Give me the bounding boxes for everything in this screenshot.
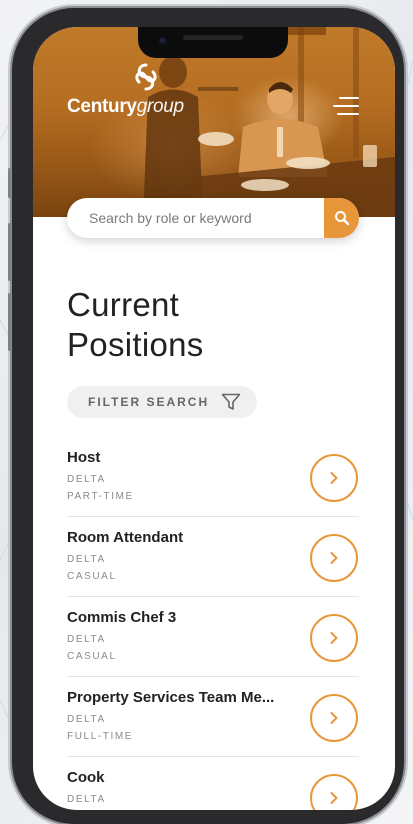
job-location: DELTA (67, 794, 106, 805)
camera-icon (158, 36, 167, 45)
phone-side-button (8, 168, 11, 198)
job-title[interactable]: Cook (67, 769, 299, 786)
job-title[interactable]: Host (67, 449, 299, 466)
search-input[interactable] (67, 198, 323, 238)
logo-bold-text: Century (67, 96, 137, 117)
job-type: FULL-TIME (67, 731, 134, 742)
logo-light-text: group (136, 96, 184, 117)
job-list-item[interactable]: Cook DELTA (67, 757, 359, 810)
chevron-right-icon (330, 712, 338, 724)
job-list-item[interactable]: Host DELTA PART-TIME (67, 437, 359, 517)
logo-wordmark: Centurygroup (67, 96, 207, 118)
filter-search-button[interactable]: FILTER SEARCH (67, 386, 257, 418)
view-job-button[interactable] (310, 454, 358, 502)
logo-swirl-icon (135, 63, 157, 91)
phone-volume-up (8, 223, 11, 281)
job-type: CASUAL (67, 651, 117, 662)
chevron-right-icon (330, 552, 338, 564)
phone-notch (138, 27, 288, 58)
job-list-item[interactable]: Commis Chef 3 DELTA CASUAL (67, 597, 359, 677)
job-location: DELTA (67, 714, 106, 725)
search-bar (67, 198, 359, 238)
job-title[interactable]: Room Attendant (67, 529, 299, 546)
speaker-grille (183, 35, 243, 40)
filter-search-label: FILTER SEARCH (88, 395, 210, 409)
view-job-button[interactable] (310, 694, 358, 742)
job-list-item[interactable]: Room Attendant DELTA CASUAL (67, 517, 359, 597)
chevron-right-icon (330, 472, 338, 484)
job-title[interactable]: Commis Chef 3 (67, 609, 299, 626)
search-button[interactable] (324, 198, 359, 238)
job-title[interactable]: Property Services Team Me... (67, 689, 299, 706)
job-list: Host DELTA PART-TIME Room Attendant DELT… (67, 437, 359, 810)
job-list-item[interactable]: Property Services Team Me... DELTA FULL-… (67, 677, 359, 757)
job-location: DELTA (67, 554, 106, 565)
chevron-right-icon (330, 792, 338, 804)
search-icon (334, 211, 349, 226)
page-title: Current Positions (67, 285, 367, 365)
view-job-button[interactable] (310, 534, 358, 582)
view-job-button[interactable] (310, 774, 358, 810)
view-job-button[interactable] (310, 614, 358, 662)
hamburger-menu-icon[interactable] (333, 97, 359, 117)
page-title-line2: Positions (67, 326, 204, 363)
job-type: CASUAL (67, 571, 117, 582)
chevron-right-icon (330, 632, 338, 644)
filter-funnel-icon (221, 393, 241, 410)
phone-screen: Centurygroup Current Positions FILTER SE… (33, 27, 395, 810)
phone-volume-down (8, 293, 11, 351)
century-group-logo[interactable]: Centurygroup (67, 60, 207, 120)
job-type: PART-TIME (67, 491, 134, 502)
page-title-line1: Current (67, 286, 180, 323)
job-location: DELTA (67, 474, 106, 485)
job-location: DELTA (67, 634, 106, 645)
